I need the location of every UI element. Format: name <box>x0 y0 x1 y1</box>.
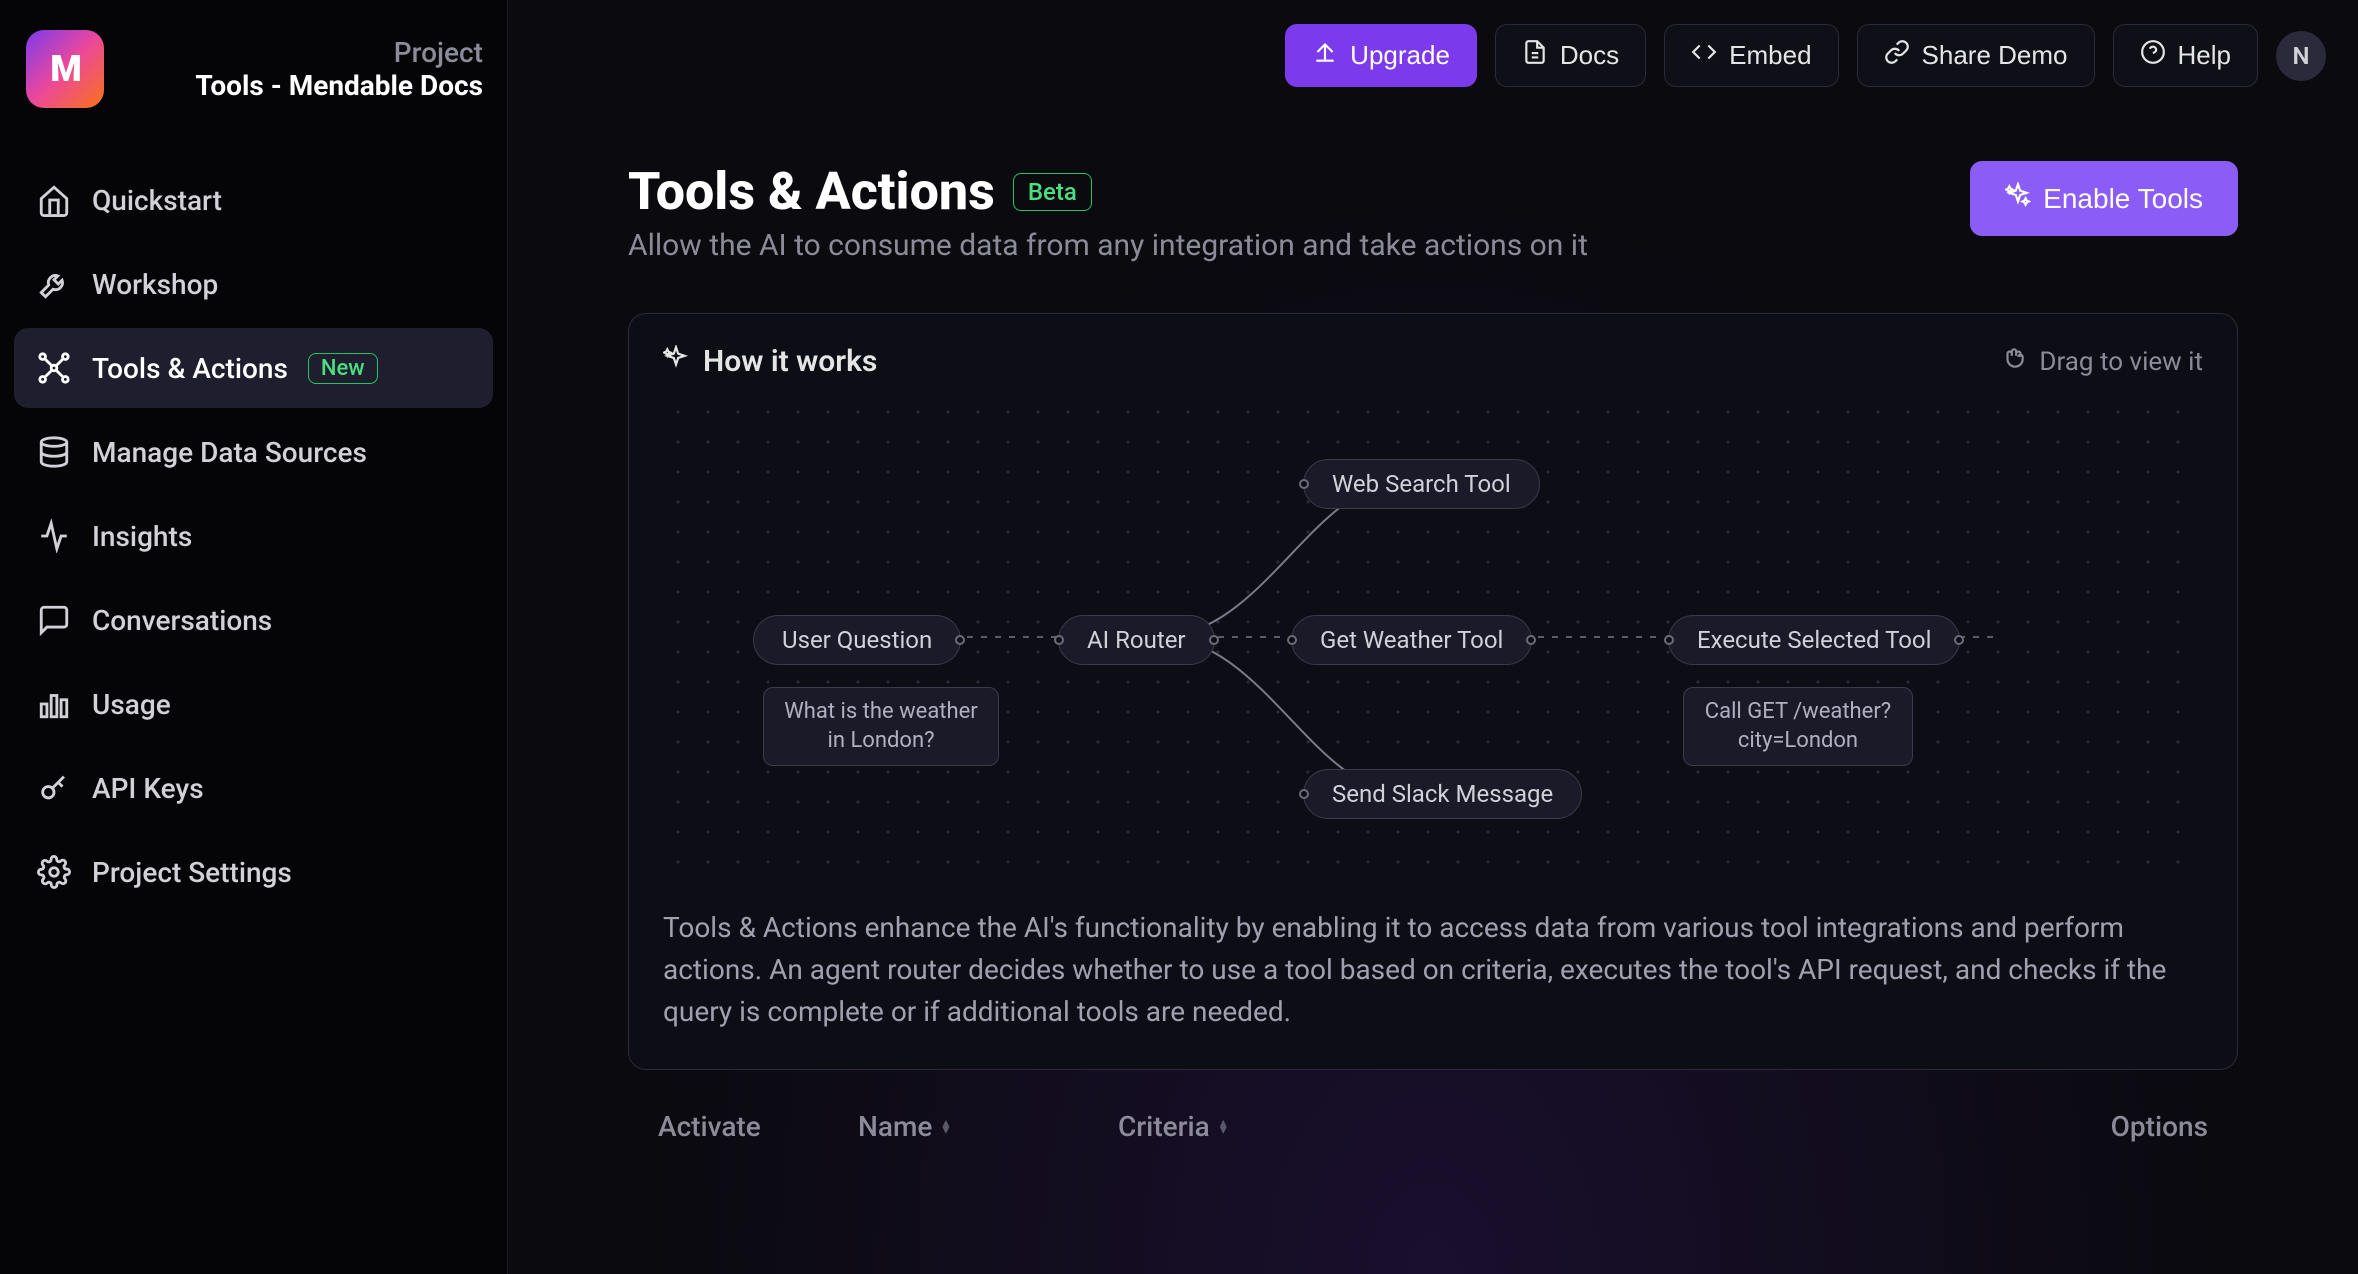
node-user-question-example: What is the weather in London? <box>763 687 999 766</box>
sort-icon: ▴▾ <box>1220 1120 1227 1134</box>
page-title: Tools & Actions <box>628 161 995 222</box>
docs-button[interactable]: Docs <box>1495 24 1646 87</box>
key-icon <box>36 770 72 806</box>
tools-table-header: Activate Name ▴▾ Criteria ▴▾ Options <box>628 1070 2238 1163</box>
grab-icon <box>2001 345 2027 378</box>
wrench-icon <box>36 266 72 302</box>
drag-hint-label: Drag to view it <box>2039 347 2203 377</box>
help-icon <box>2140 39 2166 72</box>
embed-label: Embed <box>1729 40 1811 71</box>
help-button[interactable]: Help <box>2113 24 2258 87</box>
sidebar-item-label: Tools & Actions <box>92 352 288 385</box>
sparkle-icon <box>2005 182 2031 215</box>
sidebar-item-quickstart[interactable]: Quickstart <box>14 160 493 240</box>
file-icon <box>1522 39 1548 72</box>
sidebar: M Project Tools - Mendable Docs Quicksta… <box>0 0 508 1274</box>
activity-icon <box>36 518 72 554</box>
drag-hint: Drag to view it <box>2001 345 2203 378</box>
code-icon <box>1691 39 1717 72</box>
node-get-weather[interactable]: Get Weather Tool <box>1291 615 1532 665</box>
enable-tools-label: Enable Tools <box>2043 183 2203 215</box>
node-send-slack[interactable]: Send Slack Message <box>1303 769 1582 819</box>
flow-diagram[interactable]: User Question What is the weather in Lon… <box>663 397 2203 877</box>
topbar: Upgrade Docs Embed Share Demo Help <box>508 0 2358 111</box>
project-label: Project <box>122 36 483 69</box>
sidebar-item-label: Workshop <box>92 268 218 301</box>
sidebar-item-insights[interactable]: Insights <box>14 496 493 576</box>
upgrade-icon <box>1312 39 1338 72</box>
sort-icon: ▴▾ <box>942 1120 949 1134</box>
sidebar-item-label: Insights <box>92 520 192 553</box>
sidebar-item-label: Quickstart <box>92 184 222 217</box>
page-header: Tools & Actions Beta Allow the AI to con… <box>628 161 2238 263</box>
enable-tools-button[interactable]: Enable Tools <box>1970 161 2238 236</box>
sidebar-header: M Project Tools - Mendable Docs <box>14 24 493 140</box>
chat-icon <box>36 602 72 638</box>
column-criteria[interactable]: Criteria ▴▾ <box>1118 1110 1998 1143</box>
share-demo-button[interactable]: Share Demo <box>1857 24 2095 87</box>
sidebar-item-label: API Keys <box>92 772 204 805</box>
node-label: Execute Selected Tool <box>1697 626 1931 654</box>
main: Upgrade Docs Embed Share Demo Help <box>508 0 2358 1274</box>
node-label: Get Weather Tool <box>1320 626 1503 654</box>
network-icon <box>36 350 72 386</box>
link-icon <box>1884 39 1910 72</box>
sidebar-item-label: Manage Data Sources <box>92 436 367 469</box>
upgrade-button[interactable]: Upgrade <box>1285 24 1477 87</box>
how-it-works-description: Tools & Actions enhance the AI's functio… <box>663 907 2203 1033</box>
node-user-question[interactable]: User Question <box>753 615 961 665</box>
node-label: Send Slack Message <box>1332 780 1553 808</box>
node-web-search[interactable]: Web Search Tool <box>1303 459 1540 509</box>
logo[interactable]: M <box>26 30 104 108</box>
sidebar-item-label: Project Settings <box>92 856 292 889</box>
nav: Quickstart Workshop Tools & Actions New … <box>14 160 493 912</box>
column-name[interactable]: Name ▴▾ <box>858 1110 1058 1143</box>
page-subtitle: Allow the AI to consume data from any in… <box>628 228 1588 263</box>
docs-label: Docs <box>1560 40 1619 71</box>
sidebar-item-conversations[interactable]: Conversations <box>14 580 493 660</box>
node-label: AI Router <box>1087 626 1186 654</box>
sparkle-icon <box>663 344 689 379</box>
home-icon <box>36 182 72 218</box>
database-icon <box>36 434 72 470</box>
share-demo-label: Share Demo <box>1922 40 2068 71</box>
column-options: Options <box>2058 1110 2208 1143</box>
help-label: Help <box>2178 40 2231 71</box>
node-ai-router[interactable]: AI Router <box>1058 615 1215 665</box>
project-info[interactable]: Project Tools - Mendable Docs <box>122 36 483 102</box>
sidebar-item-label: Conversations <box>92 604 272 637</box>
gear-icon <box>36 854 72 890</box>
sidebar-item-tools-actions[interactable]: Tools & Actions New <box>14 328 493 408</box>
node-execute-tool[interactable]: Execute Selected Tool <box>1668 615 1960 665</box>
how-it-works-card: How it works Drag to view it <box>628 313 2238 1070</box>
how-it-works-title: How it works <box>703 344 877 379</box>
sidebar-item-workshop[interactable]: Workshop <box>14 244 493 324</box>
sidebar-item-manage-data[interactable]: Manage Data Sources <box>14 412 493 492</box>
node-execute-example: Call GET /weather?city=London <box>1683 687 1913 766</box>
project-name: Tools - Mendable Docs <box>122 69 483 102</box>
node-label: User Question <box>782 626 932 654</box>
avatar[interactable]: N <box>2276 31 2326 81</box>
sidebar-item-api-keys[interactable]: API Keys <box>14 748 493 828</box>
node-label: Web Search Tool <box>1332 470 1511 498</box>
embed-button[interactable]: Embed <box>1664 24 1838 87</box>
card-title: How it works <box>663 344 877 379</box>
sidebar-item-usage[interactable]: Usage <box>14 664 493 744</box>
sidebar-item-label: Usage <box>92 688 171 721</box>
badge-new: New <box>308 353 378 384</box>
sidebar-item-project-settings[interactable]: Project Settings <box>14 832 493 912</box>
bars-icon <box>36 686 72 722</box>
column-activate: Activate <box>658 1110 798 1143</box>
upgrade-label: Upgrade <box>1350 40 1450 71</box>
badge-beta: Beta <box>1013 173 1092 211</box>
content: Tools & Actions Beta Allow the AI to con… <box>508 111 2358 1274</box>
